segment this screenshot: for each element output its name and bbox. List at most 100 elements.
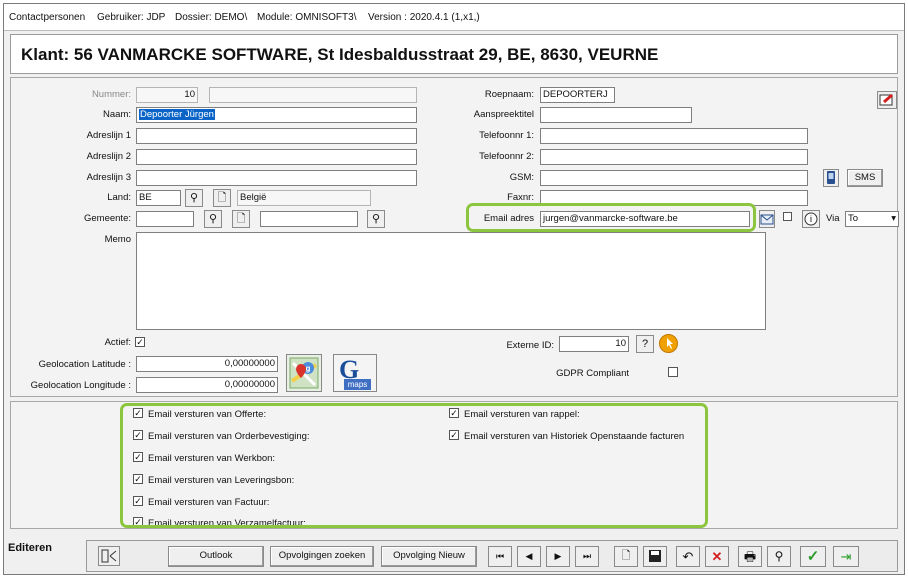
opvolgingen-zoeken-button[interactable]: Opvolgingen zoeken [270, 546, 374, 567]
exit-icon: ⇥ [840, 549, 852, 564]
gemeente-name-field[interactable] [260, 211, 358, 227]
save-button[interactable] [643, 546, 667, 567]
memo-label: Memo [104, 234, 131, 245]
save-icon [649, 550, 661, 562]
telefoon2-label: Telefoonnr 2: [479, 151, 534, 162]
new-record-button[interactable]: 🗋 [614, 546, 638, 567]
status-bar: Contactpersonen Gebruiker: JDP Dossier: … [4, 4, 904, 31]
print-icon: 🖶 [743, 549, 757, 564]
telefoon2-field[interactable] [540, 149, 808, 165]
gsm-label: GSM: [509, 172, 534, 183]
aanspreektitel-field[interactable] [540, 107, 692, 123]
gmaps-label: maps [344, 379, 371, 390]
gemeente-name-search-button[interactable]: ⚲ [367, 210, 385, 228]
nummer-extra-field[interactable] [209, 87, 417, 103]
email-options-panel: ✓ Email versturen van Offerte: ✓ Email ver… [10, 401, 898, 529]
first-record-button[interactable]: ⏮ [488, 546, 512, 567]
gemeente-postcode-field[interactable] [136, 211, 194, 227]
phone-icon [827, 171, 835, 184]
land-new-button[interactable]: 🗋 [213, 189, 231, 207]
next-record-button[interactable]: ▶ [546, 546, 570, 567]
gemeente-new-button[interactable]: 🗋 [232, 210, 250, 228]
longitude-field[interactable]: 0,00000000 [136, 377, 278, 393]
adreslijn2-field[interactable] [136, 149, 417, 165]
help-icon: ? [641, 338, 649, 350]
via-label: Via [826, 213, 840, 224]
naam-field[interactable]: Depoorter Jürgen [136, 107, 417, 123]
sms-button[interactable]: SMS [847, 169, 883, 187]
email-options-highlight [120, 403, 708, 528]
bottom-toolbar: Editeren Outlook Opvolgingen zoeken Opvo… [4, 534, 904, 574]
memo-textarea[interactable] [136, 232, 766, 330]
delete-button[interactable]: ✕ [705, 546, 729, 567]
outlook-button[interactable]: Outlook [168, 546, 264, 567]
phone-button[interactable] [823, 169, 839, 187]
dossier-info: Dossier: DEMO\ [175, 12, 248, 23]
email-info-button[interactable]: i [802, 210, 820, 228]
telefoon1-field[interactable] [540, 128, 808, 144]
google-maps-pin-button[interactable]: g [286, 354, 322, 392]
delete-icon: ✕ [711, 549, 723, 564]
export-button[interactable] [877, 91, 897, 109]
send-email-button[interactable] [759, 210, 775, 228]
check-icon: ✓ [806, 548, 820, 565]
undo-icon: ↶ [682, 549, 694, 564]
land-name-field[interactable]: België [237, 190, 371, 206]
adreslijn1-field[interactable] [136, 128, 417, 144]
email-icon [760, 214, 774, 225]
latitude-field[interactable]: 0,00000000 [136, 356, 278, 372]
via-select[interactable]: To ▾ [845, 211, 899, 227]
adreslijn3-field[interactable] [136, 170, 417, 186]
gemeente-search-button[interactable]: ⚲ [204, 210, 222, 228]
via-value: To [848, 213, 859, 224]
externe-id-label: Externe ID: [506, 340, 554, 351]
naam-label: Naam: [103, 109, 131, 120]
faxnr-label: Faxnr: [507, 192, 534, 203]
contact-details-panel: Nummer: 10 Naam: Depoorter Jürgen Adresl… [10, 77, 899, 397]
search-icon: ⚲ [208, 213, 218, 225]
print-button[interactable]: 🖶 [738, 546, 762, 567]
chevron-down-icon: ▾ [891, 213, 896, 224]
adreslijn2-label: Adreslijn 2 [86, 151, 131, 162]
google-maps-button[interactable]: G maps [333, 354, 377, 392]
exit-button[interactable]: ⇥ [833, 546, 859, 567]
actief-label: Actief: [104, 337, 131, 348]
search-icon: ⚲ [189, 192, 199, 204]
email-option-checkbox[interactable] [783, 212, 792, 221]
pointer-icon [667, 338, 673, 349]
roepnaam-field[interactable]: DEPOORTERJ [540, 87, 615, 103]
land-code-field[interactable]: BE [136, 190, 181, 206]
split-view-button[interactable] [98, 546, 120, 566]
gdpr-checkbox[interactable] [668, 367, 678, 377]
opvolging-nieuw-button[interactable]: Opvolging Nieuw [381, 546, 477, 567]
mode-label: Editeren [8, 542, 53, 554]
search-button[interactable]: ⚲ [767, 546, 791, 567]
externe-id-field[interactable]: 10 [559, 336, 629, 352]
externe-id-help-button[interactable]: ? [636, 335, 654, 353]
gsm-field[interactable] [540, 170, 808, 186]
previous-record-button[interactable]: ◀ [517, 546, 541, 567]
adreslijn1-label: Adreslijn 1 [86, 130, 131, 141]
klant-header: Klant: 56 VANMARCKE SOFTWARE, St Idesbal… [10, 34, 898, 74]
map-pin-icon: g [289, 357, 319, 389]
form-name: Contactpersonen [9, 12, 86, 23]
gemeente-label: Gemeente: [84, 213, 131, 224]
first-icon: ⏮ [495, 551, 505, 561]
next-icon: ▶ [554, 551, 562, 561]
gdpr-label: GDPR Compliant [556, 368, 629, 379]
cursor-button[interactable] [659, 334, 678, 353]
check-icon: ✓ [136, 337, 144, 347]
naam-value: Depoorter Jürgen [139, 109, 215, 120]
adreslijn3-label: Adreslijn 3 [86, 172, 131, 183]
email-highlight [466, 203, 756, 232]
confirm-button[interactable]: ✓ [800, 546, 826, 567]
land-search-button[interactable]: ⚲ [185, 189, 203, 207]
search-icon: ⚲ [371, 213, 381, 225]
undo-button[interactable]: ↶ [676, 546, 700, 567]
actief-checkbox[interactable]: ✓ [135, 337, 145, 347]
user-info: Gebruiker: JDP [97, 12, 166, 23]
nummer-field[interactable]: 10 [136, 87, 198, 103]
document-icon: 🗋 [217, 192, 227, 204]
version-info: Version : 2020.4.1 (1,x1,) [368, 12, 480, 23]
last-record-button[interactable]: ⏭ [575, 546, 599, 567]
